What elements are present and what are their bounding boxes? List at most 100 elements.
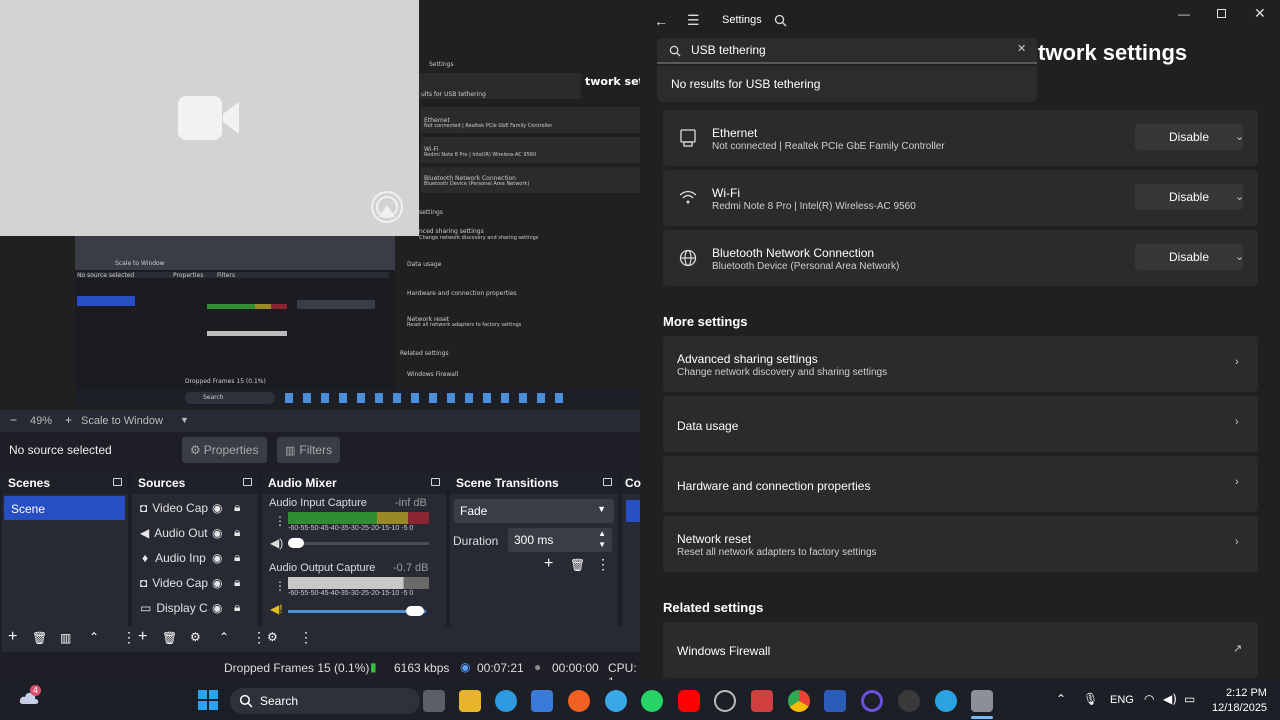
trash-icon[interactable]: 🗑︎	[570, 558, 585, 572]
duration-input[interactable]: 300 ms ▲ ▼	[508, 528, 612, 552]
search-icon[interactable]	[774, 14, 787, 27]
add-scene-button[interactable]: +	[8, 628, 17, 646]
windows-firewall-card[interactable]: Windows Firewall ↗	[663, 622, 1258, 678]
kebab-menu-icon[interactable]: ⋮	[274, 514, 286, 528]
slider-handle[interactable]	[406, 606, 424, 616]
word-icon[interactable]	[824, 690, 846, 712]
taskbar-search-box[interactable]: Search	[230, 688, 420, 714]
chevron-down-icon[interactable]: ⌄	[1235, 130, 1244, 143]
eye-icon[interactable]: ◉	[212, 526, 222, 540]
maximize-button[interactable]	[1217, 9, 1226, 18]
eye-icon[interactable]: ◉	[212, 601, 222, 615]
trash-icon[interactable]: 🗑︎	[162, 631, 177, 645]
spin-down-icon[interactable]: ▼	[598, 540, 606, 549]
filters-button[interactable]: ▥ Filters	[277, 437, 340, 463]
language-indicator[interactable]: ENG	[1110, 694, 1134, 706]
eye-icon[interactable]: ◉	[212, 501, 222, 515]
chevron-up-icon[interactable]: ⌃	[1056, 692, 1066, 706]
source-row[interactable]: ◀ Audio Out ◉ 🔒︎	[132, 520, 240, 545]
mixer-settings-icon[interactable]: ⚙	[267, 630, 278, 644]
calendar-app-icon[interactable]	[751, 690, 773, 712]
gear-icon[interactable]: ⚙	[190, 630, 201, 644]
lock-icon[interactable]: 🔒︎	[234, 525, 240, 540]
clock-time[interactable]: 2:12 PM	[1226, 687, 1267, 699]
undock-icon[interactable]	[243, 478, 252, 486]
weather-widget[interactable]: 4	[18, 685, 41, 708]
kebab-menu-icon[interactable]: ⋮	[122, 629, 136, 646]
hardware-properties-card[interactable]: Hardware and connection properties ›	[663, 456, 1258, 512]
trash-icon[interactable]: 🗑︎	[32, 631, 47, 645]
search-input[interactable]: USB tethering	[691, 43, 766, 57]
disable-button[interactable]: Disable	[1135, 244, 1243, 270]
app-icon[interactable]	[898, 690, 920, 712]
add-transition-button[interactable]: +	[544, 555, 553, 573]
zoom-out-button[interactable]: −	[10, 413, 17, 427]
battery-icon[interactable]: ▭	[1184, 692, 1195, 706]
kebab-menu-icon[interactable]: ⋮	[299, 629, 313, 646]
audio-input-slider[interactable]	[288, 542, 429, 545]
zoom-in-button[interactable]: +	[65, 413, 72, 427]
kebab-menu-icon[interactable]: ⋮	[274, 579, 286, 593]
undock-icon[interactable]	[431, 478, 440, 486]
wifi-icon[interactable]: ◠	[1144, 692, 1154, 706]
disable-button[interactable]: Disable	[1135, 184, 1243, 210]
chevron-down-icon[interactable]: ⌄	[1235, 250, 1244, 263]
source-row[interactable]: ◘ Video Cap ◉ 🔒︎	[132, 570, 240, 595]
lock-icon[interactable]: 🔒︎	[234, 600, 240, 615]
kebab-menu-icon[interactable]: ⋮	[252, 629, 266, 646]
task-view-icon[interactable]	[423, 690, 445, 712]
kebab-menu-icon[interactable]: ⋮	[596, 556, 610, 573]
settings-search-box[interactable]: USB tethering ✕	[657, 38, 1037, 64]
file-explorer-icon[interactable]	[459, 690, 481, 712]
obs-icon[interactable]	[861, 690, 883, 712]
whatsapp-icon[interactable]	[641, 690, 663, 712]
add-source-button[interactable]: +	[138, 628, 147, 646]
adapter-card-wifi[interactable]: Wi-Fi Redmi Note 8 Pro | Intel(R) Wirele…	[663, 170, 1258, 226]
microphone-icon[interactable]: 🎙︎	[1083, 692, 1098, 706]
start-streaming-button[interactable]	[626, 500, 640, 522]
clock-date[interactable]: 12/18/2025	[1212, 702, 1267, 714]
globe-icon[interactable]	[714, 690, 736, 712]
back-arrow-icon[interactable]: ←	[654, 13, 668, 29]
undock-icon[interactable]	[603, 478, 612, 486]
youtube-icon[interactable]	[678, 690, 700, 712]
properties-button[interactable]: ⚙ Properties	[182, 437, 267, 463]
source-row[interactable]: ▭ Display C ◉ 🔒︎	[132, 595, 240, 620]
store-icon[interactable]	[531, 690, 553, 712]
chrome-icon[interactable]	[788, 690, 810, 712]
scale-dropdown-icon[interactable]: ▼	[180, 415, 189, 425]
eye-icon[interactable]: ◉	[212, 551, 222, 565]
clear-search-icon[interactable]: ✕	[1017, 42, 1026, 55]
filter-icon[interactable]: ▥	[60, 631, 71, 645]
edge-icon[interactable]	[495, 690, 517, 712]
transition-select[interactable]: Fade ▼	[454, 499, 614, 523]
lock-icon[interactable]: 🔒︎	[234, 550, 240, 565]
scene-item[interactable]: Scene	[4, 496, 125, 520]
data-usage-card[interactable]: Data usage ›	[663, 396, 1258, 452]
windows-start-icon[interactable]	[198, 690, 218, 710]
source-row[interactable]: ◘ Video Cap ◉ 🔒︎	[132, 495, 240, 520]
disable-button[interactable]: Disable	[1135, 124, 1243, 150]
network-reset-card[interactable]: Network reset Reset all network adapters…	[663, 516, 1258, 572]
volume-icon[interactable]: ◀)	[1163, 692, 1177, 706]
speaker-muted-icon[interactable]: ◀!	[270, 602, 283, 616]
spin-up-icon[interactable]: ▲	[598, 529, 606, 538]
slider-handle[interactable]	[288, 538, 304, 548]
app-icon[interactable]	[605, 690, 627, 712]
chevron-down-icon[interactable]: ⌄	[1235, 190, 1244, 203]
settings-app-icon[interactable]	[971, 690, 993, 712]
lock-icon[interactable]: 🔒︎	[234, 500, 240, 515]
lock-icon[interactable]: 🔒︎	[234, 575, 240, 590]
adapter-card-ethernet[interactable]: Ethernet Not connected | Realtek PCIe Gb…	[663, 110, 1258, 166]
advanced-sharing-card[interactable]: Advanced sharing settings Change network…	[663, 336, 1258, 392]
speaker-icon[interactable]: ◀)	[270, 536, 283, 550]
eye-icon[interactable]: ◉	[212, 576, 222, 590]
firefox-icon[interactable]	[568, 690, 590, 712]
chevron-up-icon[interactable]: ⌃	[89, 630, 99, 644]
chevron-up-icon[interactable]: ⌃	[219, 630, 229, 644]
minimize-button[interactable]: —	[1178, 7, 1190, 21]
undock-icon[interactable]	[113, 478, 122, 486]
close-button[interactable]: ✕	[1254, 5, 1266, 22]
scale-mode[interactable]: Scale to Window	[81, 415, 163, 427]
adapter-card-bluetooth[interactable]: Bluetooth Network Connection Bluetooth D…	[663, 230, 1258, 286]
